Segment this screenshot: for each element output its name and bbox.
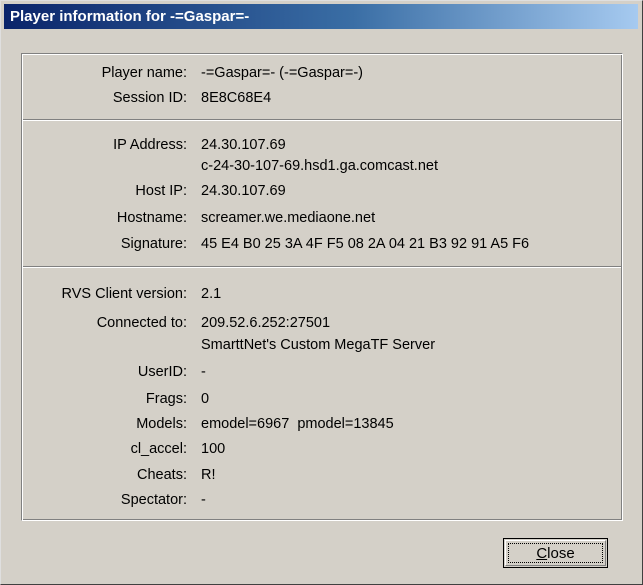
session-id-label: Session ID: [112, 90, 187, 106]
hostname-label: Hostname: [116, 210, 187, 226]
cheats-value: R! [201, 467, 216, 483]
host-ip-label: Host IP: [135, 183, 187, 199]
models-value: emodel=6967 pmodel=13845 [201, 416, 394, 432]
rvs-version-label: RVS Client version: [61, 286, 187, 302]
hostname-value: screamer.we.mediaone.net [201, 210, 376, 226]
cl-accel-label: cl_accel: [130, 441, 187, 457]
title-bar[interactable]: Player information for -=Gaspar=- [4, 4, 638, 29]
frags-label: Frags: [145, 391, 187, 407]
signature-label: Signature: [120, 236, 187, 252]
frags-value: 0 [201, 391, 210, 407]
spectator-label: Spectator: [120, 492, 187, 508]
player-name-value: -=Gaspar=- (-=Gaspar=-) [201, 65, 363, 81]
cheats-label: Cheats: [137, 467, 187, 483]
signature-value: 45 E4 B0 25 3A 4F F5 08 2A 04 21 B3 92 9… [201, 236, 530, 252]
ip-address-label: IP Address: [113, 137, 187, 153]
spectator-value: - [201, 492, 206, 508]
userid-label: UserID: [137, 364, 187, 380]
session-id-value: 8E8C68E4 [201, 90, 272, 106]
cl-accel-value: 100 [201, 441, 226, 457]
player-name-label: Player name: [101, 65, 187, 81]
section-divider [23, 266, 621, 268]
rvs-version-value: 2.1 [201, 286, 222, 302]
section-divider [23, 119, 621, 121]
userid-value: - [201, 364, 206, 380]
close-label-rest: lose [547, 545, 575, 562]
player-info-dialog: Player information for -=Gaspar=- Player… [0, 0, 643, 585]
connected-to-label: Connected to: [96, 315, 187, 331]
ip-address-value: 24.30.107.69 [201, 137, 286, 153]
models-label: Models: [136, 416, 187, 432]
connected-server-name: SmarttNet's Custom MegaTF Server [201, 337, 436, 353]
host-ip-value: 24.30.107.69 [201, 183, 286, 199]
close-button-label: Close [504, 545, 607, 562]
close-button[interactable]: Close [503, 538, 608, 568]
connected-to-value: 209.52.6.252:27501 [201, 315, 331, 331]
close-mnemonic: C [536, 545, 548, 562]
ip-address-hostname: c-24-30-107-69.hsd1.ga.comcast.net [201, 158, 438, 174]
window-title: Player information for -=Gaspar=- [10, 8, 250, 25]
